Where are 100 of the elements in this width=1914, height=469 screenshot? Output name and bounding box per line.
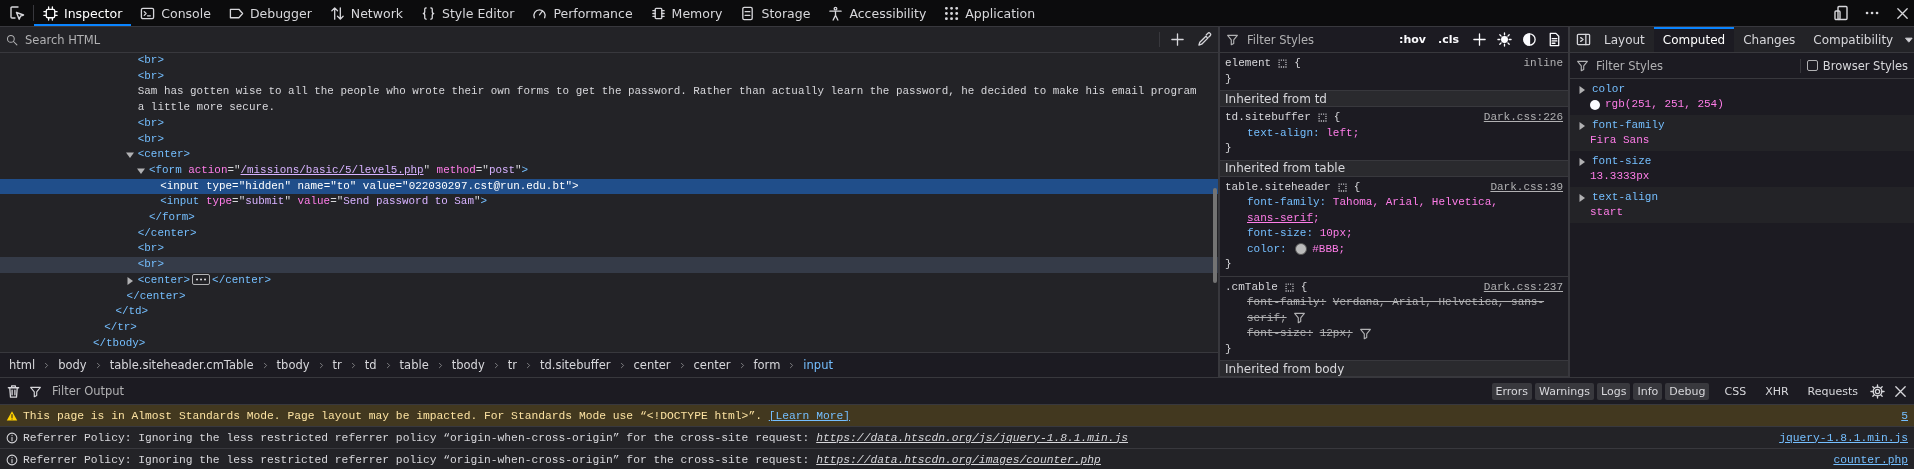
- search-field[interactable]: Search HTML: [23, 31, 1154, 48]
- sidebar-tab[interactable]: Computed: [1653, 27, 1735, 52]
- ellipsis-icon[interactable]: [192, 274, 211, 286]
- markup-node[interactable]: <br>: [0, 68, 1218, 85]
- message-source[interactable]: counter.php: [1833, 453, 1908, 466]
- collapsed-arrow-icon[interactable]: [1578, 121, 1586, 130]
- log-filter[interactable]: Logs: [1597, 382, 1631, 400]
- sidebar-tab[interactable]: Layout: [1595, 27, 1654, 52]
- markup-node[interactable]: <br>: [0, 115, 1218, 132]
- message-link[interactable]: [Learn More]: [768, 409, 851, 422]
- breadcrumb[interactable]: tbody: [451, 358, 485, 372]
- checkbox[interactable]: [1806, 60, 1818, 71]
- expanded-arrow-icon[interactable]: [125, 151, 134, 160]
- devtools-tab[interactable]: Storage: [731, 0, 820, 26]
- devtools-tab[interactable]: Network: [320, 0, 412, 26]
- log-filter[interactable]: Warnings: [1535, 382, 1595, 400]
- devtools-tab[interactable]: Inspector: [34, 0, 132, 26]
- close-icon: [1895, 5, 1910, 21]
- breadcrumb[interactable]: form: [753, 358, 781, 372]
- devtools-tab[interactable]: Debugger: [219, 0, 321, 26]
- breadcrumb[interactable]: tr: [507, 358, 517, 372]
- rule-selector: element: [1225, 56, 1272, 71]
- collapsed-arrow-icon[interactable]: [125, 276, 134, 285]
- declaration[interactable]: font-family: Verdana, Arial, Helvetica, sans-serif;: [1225, 295, 1563, 326]
- collapsed-arrow-icon[interactable]: [1578, 157, 1586, 166]
- message-link[interactable]: https://data.htscdn.org/js/jquery-1.8.1.min.js: [816, 431, 1129, 444]
- log-filter[interactable]: Info: [1633, 382, 1663, 400]
- breadcrumb[interactable]: center: [693, 358, 731, 372]
- breadcrumb[interactable]: center: [633, 358, 671, 372]
- devtools-tab[interactable]: Style Editor: [412, 0, 524, 26]
- breadcrumb[interactable]: table: [399, 358, 429, 372]
- closing-tag[interactable]: </form>: [0, 210, 1218, 226]
- closing-tag[interactable]: </center>: [0, 288, 1218, 305]
- markup-node[interactable]: <br>: [0, 241, 1218, 258]
- source-link[interactable]: Dark.css:39: [1490, 179, 1563, 195]
- declaration[interactable]: text-align: left;: [1225, 125, 1563, 141]
- log-filter[interactable]: XHR: [1761, 382, 1793, 400]
- person-icon: [828, 5, 844, 21]
- font-link[interactable]: sans-serif: [1247, 211, 1313, 224]
- pseudo-toggle[interactable]: .cls: [1434, 33, 1462, 46]
- devtools-tab[interactable]: Application: [935, 0, 1045, 26]
- collapsed-arrow-icon[interactable]: [1578, 193, 1586, 202]
- markup-node[interactable]: <br>: [0, 131, 1218, 148]
- devtools-tab[interactable]: Performance: [523, 0, 642, 26]
- filter-styles-field[interactable]: Filter Styles: [1594, 57, 1795, 74]
- close-brace: }: [1225, 141, 1232, 156]
- gear-icon: [1870, 383, 1885, 399]
- closing-tag[interactable]: </td>: [0, 304, 1218, 320]
- pseudo-toggle[interactable]: :hov: [1396, 33, 1429, 46]
- log-filter[interactable]: Debug: [1665, 382, 1710, 400]
- sidebar-tab[interactable]: Changes: [1734, 27, 1805, 52]
- message-link[interactable]: https://data.htscdn.org/images/counter.php: [816, 453, 1101, 466]
- closing-tag[interactable]: </tbody>: [0, 335, 1218, 352]
- filter-output-field[interactable]: Filter Output: [50, 383, 454, 399]
- breadcrumb[interactable]: td: [364, 358, 377, 372]
- checkbox-label: Browser Styles: [1822, 58, 1908, 73]
- attribute-link[interactable]: /missions/basic/5/level5.php: [240, 163, 424, 176]
- declaration[interactable]: font-size: 10px;: [1225, 226, 1563, 242]
- markup-node[interactable]: <input type="submit" value="Send password to Sam">: [0, 194, 1218, 211]
- declaration[interactable]: color: #BBB;: [1225, 241, 1563, 257]
- breadcrumb[interactable]: input: [803, 358, 833, 372]
- open-brace: {: [1353, 179, 1361, 195]
- breadcrumb[interactable]: html: [9, 358, 36, 372]
- breadcrumb[interactable]: tbody: [276, 358, 310, 372]
- property-name: font-size: [1592, 154, 1652, 169]
- scrollbar[interactable]: [1213, 188, 1217, 283]
- markup-node[interactable]: <center> </center>: [0, 272, 1218, 289]
- markup-node[interactable]: <form action="/missions/basic/5/level5.php" method="post">: [0, 162, 1218, 179]
- source-link[interactable]: Dark.css:237: [1483, 279, 1563, 295]
- devtools-tab[interactable]: Console: [131, 0, 220, 26]
- sidebar-tab[interactable]: Compatibility: [1804, 27, 1903, 52]
- markup-node[interactable]: <br>: [0, 257, 1218, 273]
- open-brace: {: [1333, 110, 1341, 125]
- devtools-tab[interactable]: Memory: [641, 0, 732, 26]
- search-icon: [6, 33, 18, 46]
- breadcrumb[interactable]: td.sitebuffer: [539, 358, 611, 372]
- breadcrumb[interactable]: table.siteheader.cmTable: [109, 358, 254, 372]
- log-filter[interactable]: CSS: [1720, 382, 1751, 400]
- markup-node[interactable]: <br>: [0, 53, 1218, 69]
- declaration[interactable]: font-size: 12px;: [1225, 326, 1563, 342]
- expanded-arrow-icon[interactable]: [137, 166, 145, 175]
- markup-node[interactable]: <input type="hidden" name="to" value="022030297.cst@run.edu.bt">: [0, 178, 1218, 195]
- breadcrumb[interactable]: body: [58, 358, 87, 372]
- source-link[interactable]: Dark.css:226: [1483, 110, 1563, 126]
- braces-icon: [421, 5, 436, 21]
- markup-node[interactable]: <center>: [0, 147, 1218, 163]
- color-swatch[interactable]: [1295, 242, 1308, 255]
- closing-tag[interactable]: </center>: [0, 225, 1218, 242]
- closing-tag[interactable]: </tr>: [0, 319, 1218, 336]
- log-filter[interactable]: Errors: [1491, 382, 1533, 400]
- breadcrumb[interactable]: tr: [332, 358, 342, 372]
- info-icon: [6, 453, 18, 466]
- filter-styles-field[interactable]: Filter Styles: [1245, 31, 1390, 48]
- devtools-tab[interactable]: Accessibility: [819, 0, 936, 26]
- text-node[interactable]: Sam has gotten wise to all the people who wrote their own forms to get the password. Rather than actually learn the password, he decided to make his email program a little more secure.: [0, 84, 1218, 116]
- message-source[interactable]: 5: [1901, 409, 1908, 422]
- message-source[interactable]: jquery-1.8.1.min.js: [1779, 431, 1908, 444]
- log-filter[interactable]: Requests: [1803, 382, 1862, 400]
- collapsed-arrow-icon[interactable]: [1578, 85, 1586, 94]
- declaration[interactable]: font-family: Tahoma, Arial, Helvetica, sans-serif;: [1225, 195, 1563, 226]
